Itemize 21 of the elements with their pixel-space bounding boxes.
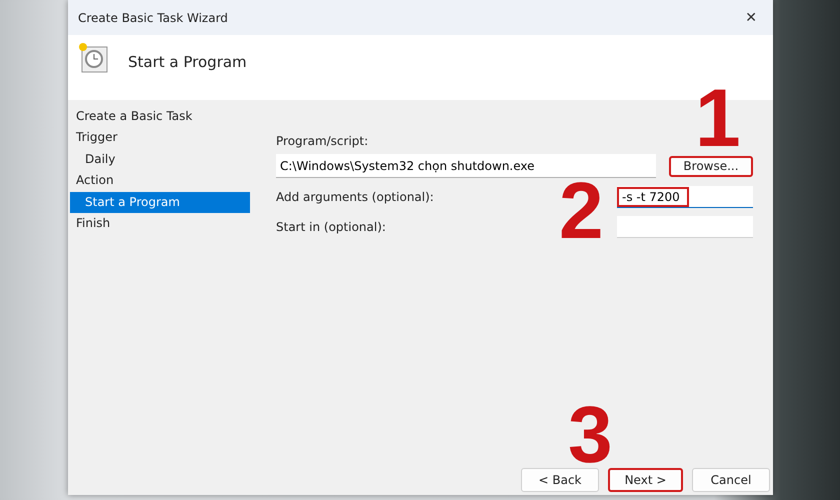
close-button[interactable]: ✕ xyxy=(739,10,763,26)
input-field[interactable] xyxy=(617,216,753,238)
page-title: Start a Program xyxy=(128,53,247,71)
field-label: Add arguments (optional): xyxy=(276,190,435,204)
window-title: Create Basic Task Wizard xyxy=(78,10,228,24)
step-item[interactable]: Daily xyxy=(70,148,250,170)
field-value: -s -t 7200 xyxy=(617,186,689,206)
input-field[interactable]: -s -t 7200 xyxy=(617,186,753,208)
step-item[interactable]: Trigger xyxy=(70,127,250,149)
step-item[interactable]: Finish xyxy=(70,213,250,234)
step-item[interactable]: Action xyxy=(70,170,250,192)
program-field[interactable]: C:\Windows\System32 chọn shutdown.exe xyxy=(276,154,656,178)
browse-button[interactable]: Browse... xyxy=(669,156,753,176)
field-label: Start in (optional): xyxy=(276,220,387,234)
step-item[interactable]: Start a Program xyxy=(70,192,250,214)
calendar-clock-icon xyxy=(78,42,110,74)
dialog-button[interactable]: Cancel xyxy=(692,468,770,492)
field-label: Program/script: xyxy=(276,134,370,148)
dialog-button[interactable]: Next > xyxy=(608,468,683,492)
dialog-button[interactable]: < Back xyxy=(521,468,599,492)
step-item[interactable]: Create a Basic Task xyxy=(70,106,250,128)
